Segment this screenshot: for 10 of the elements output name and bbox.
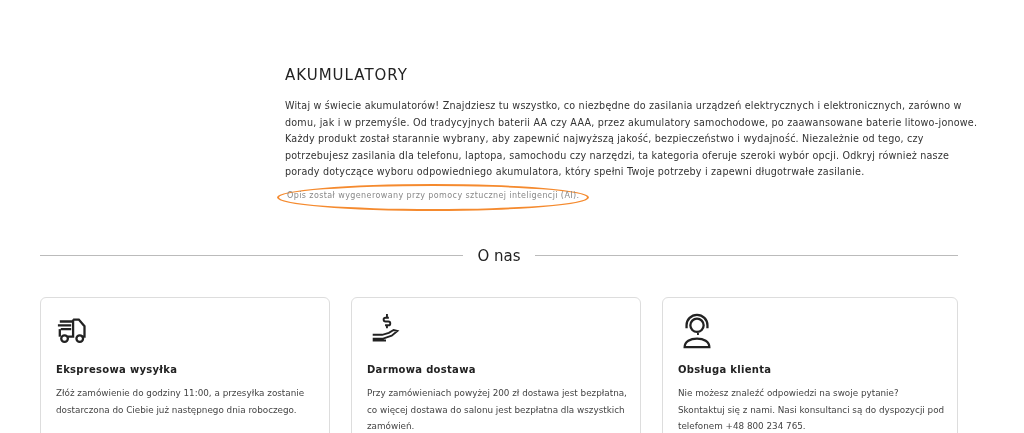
feature-title: Ekspresowa wysyłka xyxy=(56,364,179,376)
feature-title: Obsługa klienta xyxy=(678,364,773,376)
ai-note: Opis został wygenerowany przy pomocy sztucznej inteligencji (AI). xyxy=(277,183,590,211)
feature-description: Złóż zamówienie do godziny 11:00, a przesyłka zostanie dostarczona do Ciebie już następnego dnia roboczego. xyxy=(56,387,306,417)
feature-description: Nie możesz znaleźć odpowiedzi na swoje pytanie? Skontaktuj się z nami. Nasi konsultanci są do dyspozycji pod telefonem +48 800 234 765. xyxy=(678,387,945,433)
category-title: AKUMULATORY xyxy=(285,66,409,84)
feature-title: Darmowa dostawa xyxy=(367,364,477,376)
category-description: Witaj w świecie akumulatorów! Znajdziesz tu wszystko, co niezbędne do zasilania urządzeń elektrycznych i elektronicznych, zarówno w domu, jak i w przemyśle. Od tradycyjnych baterii AA czy AAA, przez akumulatory samochodowe, po zaawansowane baterie litowo-jonowe. Każdy produkt został starannie wybrany, aby zapewnić najwyższą jakość, bezpieczeństwo i wydajność. Niezależnie od tego, czy potrzebujesz zasilania dla telefonu, laptopa, samochodu czy narzędzi, ta kategoria oferuje szeroki wybór opcji. Odkryj również nasze porady dotyczące wyboru odpowiedniego akumulatora, który spełni Twoje potrzeby i zapewni długotrwałe zasilanie. xyxy=(285,99,979,179)
feature-description: Przy zamówieniach powyżej 200 zł dostawa jest bezpłatna, co więcej dostawa do salonu jest bezpłatna dla wszystkich zamówień. xyxy=(367,387,628,433)
section-heading: O nas xyxy=(477,245,521,267)
